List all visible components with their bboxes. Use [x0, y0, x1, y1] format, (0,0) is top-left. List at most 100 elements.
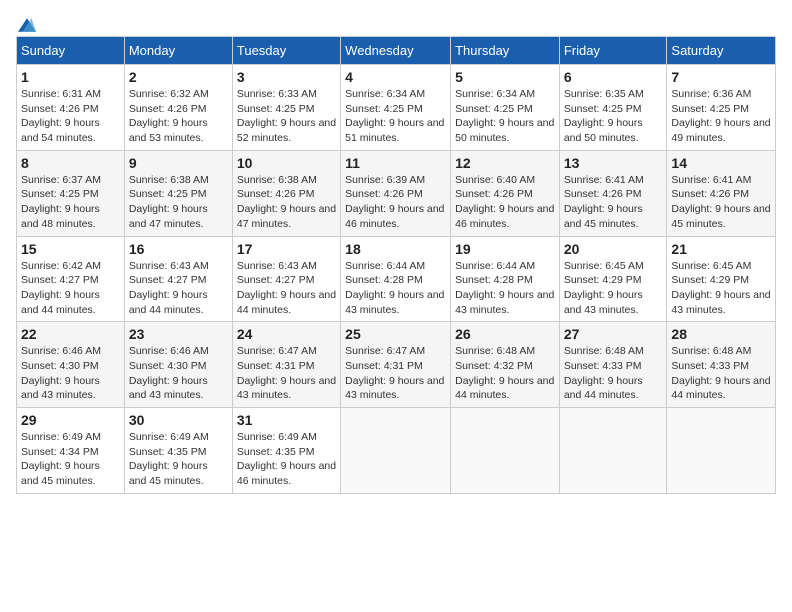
day-info: Sunrise: 6:41 AMSunset: 4:26 PMDaylight:…: [671, 173, 771, 232]
day-number: 31: [237, 412, 336, 428]
day-info: Sunrise: 6:45 AMSunset: 4:29 PMDaylight:…: [564, 259, 663, 318]
calendar-cell: 18 Sunrise: 6:44 AMSunset: 4:28 PMDayligh…: [341, 236, 451, 322]
calendar-cell: [341, 408, 451, 494]
day-number: 23: [129, 326, 228, 342]
day-number: 19: [455, 241, 555, 257]
calendar-cell: 24Sunrise: 6:47 AMSunset: 4:31 PMDayligh…: [232, 322, 340, 408]
day-number: 25: [345, 326, 446, 342]
calendar-cell: 14 Sunrise: 6:41 AMSunset: 4:26 PMDayligh…: [667, 150, 776, 236]
calendar-cell: 5 Sunrise: 6:34 AMSunset: 4:25 PMDaylight…: [451, 65, 560, 151]
logo: [16, 16, 36, 28]
calendar-cell: 3 Sunrise: 6:33 AMSunset: 4:25 PMDaylight…: [232, 65, 340, 151]
day-info: Sunrise: 6:36 AMSunset: 4:25 PMDaylight:…: [671, 87, 771, 146]
calendar-week-row: 1 Sunrise: 6:31 AMSunset: 4:26 PMDaylight…: [17, 65, 776, 151]
day-number: 13: [564, 155, 663, 171]
day-number: 3: [237, 69, 336, 85]
day-info: Sunrise: 6:34 AMSunset: 4:25 PMDaylight:…: [345, 87, 446, 146]
calendar-cell: 10Sunrise: 6:38 AMSunset: 4:26 PMDayligh…: [232, 150, 340, 236]
calendar-cell: 20 Sunrise: 6:45 AMSunset: 4:29 PMDayligh…: [559, 236, 667, 322]
calendar-cell: 8 Sunrise: 6:37 AMSunset: 4:25 PMDaylight…: [17, 150, 125, 236]
day-number: 1: [21, 69, 120, 85]
calendar-cell: 26Sunrise: 6:48 AMSunset: 4:32 PMDayligh…: [451, 322, 560, 408]
calendar-cell: 4 Sunrise: 6:34 AMSunset: 4:25 PMDaylight…: [341, 65, 451, 151]
day-info: Sunrise: 6:44 AMSunset: 4:28 PMDaylight:…: [455, 259, 555, 318]
day-number: 5: [455, 69, 555, 85]
day-info: Sunrise: 6:39 AMSunset: 4:26 PMDaylight:…: [345, 173, 446, 232]
day-number: 17: [237, 241, 336, 257]
day-info: Sunrise: 6:37 AMSunset: 4:25 PMDaylight:…: [21, 173, 120, 232]
day-of-week-header: Tuesday: [232, 37, 340, 65]
day-of-week-header: Monday: [124, 37, 232, 65]
day-of-week-header: Saturday: [667, 37, 776, 65]
day-number: 15: [21, 241, 120, 257]
calendar-cell: 19 Sunrise: 6:44 AMSunset: 4:28 PMDayligh…: [451, 236, 560, 322]
calendar-cell: 6 Sunrise: 6:35 AMSunset: 4:25 PMDaylight…: [559, 65, 667, 151]
day-info: Sunrise: 6:34 AMSunset: 4:25 PMDaylight:…: [455, 87, 555, 146]
day-number: 8: [21, 155, 120, 171]
day-number: 14: [671, 155, 771, 171]
day-number: 9: [129, 155, 228, 171]
calendar-cell: 13Sunrise: 6:41 AMSunset: 4:26 PMDayligh…: [559, 150, 667, 236]
day-info: Sunrise: 6:48 AMSunset: 4:33 PMDaylight:…: [564, 344, 663, 403]
calendar-cell: 29 Sunrise: 6:49 AMSunset: 4:34 PMDayligh…: [17, 408, 125, 494]
day-number: 26: [455, 326, 555, 342]
calendar-table: SundayMondayTuesdayWednesdayThursdayFrid…: [16, 36, 776, 494]
day-number: 29: [21, 412, 120, 428]
day-info: Sunrise: 6:43 AMSunset: 4:27 PMDaylight:…: [237, 259, 336, 318]
calendar-cell: 1 Sunrise: 6:31 AMSunset: 4:26 PMDaylight…: [17, 65, 125, 151]
day-info: Sunrise: 6:38 AMSunset: 4:26 PMDaylight:…: [237, 173, 336, 232]
calendar-cell: 23 Sunrise: 6:46 AMSunset: 4:30 PMDayligh…: [124, 322, 232, 408]
day-of-week-header: Sunday: [17, 37, 125, 65]
logo-icon: [18, 16, 36, 34]
day-info: Sunrise: 6:49 AMSunset: 4:35 PMDaylight:…: [129, 430, 228, 489]
day-info: Sunrise: 6:32 AMSunset: 4:26 PMDaylight:…: [129, 87, 228, 146]
calendar-cell: 30 Sunrise: 6:49 AMSunset: 4:35 PMDayligh…: [124, 408, 232, 494]
day-number: 21: [671, 241, 771, 257]
day-info: Sunrise: 6:40 AMSunset: 4:26 PMDaylight:…: [455, 173, 555, 232]
day-number: 16: [129, 241, 228, 257]
day-of-week-header: Wednesday: [341, 37, 451, 65]
day-number: 28: [671, 326, 771, 342]
day-info: Sunrise: 6:31 AMSunset: 4:26 PMDaylight:…: [21, 87, 120, 146]
day-info: Sunrise: 6:44 AMSunset: 4:28 PMDaylight:…: [345, 259, 446, 318]
day-info: Sunrise: 6:49 AMSunset: 4:35 PMDaylight:…: [237, 430, 336, 489]
calendar-cell: 16 Sunrise: 6:43 AMSunset: 4:27 PMDayligh…: [124, 236, 232, 322]
calendar-cell: 12Sunrise: 6:40 AMSunset: 4:26 PMDayligh…: [451, 150, 560, 236]
calendar-cell: [559, 408, 667, 494]
day-info: Sunrise: 6:46 AMSunset: 4:30 PMDaylight:…: [21, 344, 120, 403]
day-info: Sunrise: 6:48 AMSunset: 4:33 PMDaylight:…: [671, 344, 771, 403]
day-info: Sunrise: 6:33 AMSunset: 4:25 PMDaylight:…: [237, 87, 336, 146]
day-info: Sunrise: 6:47 AMSunset: 4:31 PMDaylight:…: [345, 344, 446, 403]
day-info: Sunrise: 6:45 AMSunset: 4:29 PMDaylight:…: [671, 259, 771, 318]
calendar-cell: 25 Sunrise: 6:47 AMSunset: 4:31 PMDayligh…: [341, 322, 451, 408]
calendar-cell: 2 Sunrise: 6:32 AMSunset: 4:26 PMDaylight…: [124, 65, 232, 151]
calendar-cell: 7 Sunrise: 6:36 AMSunset: 4:25 PMDaylight…: [667, 65, 776, 151]
day-info: Sunrise: 6:46 AMSunset: 4:30 PMDaylight:…: [129, 344, 228, 403]
day-info: Sunrise: 6:43 AMSunset: 4:27 PMDaylight:…: [129, 259, 228, 318]
day-number: 11: [345, 155, 446, 171]
calendar-cell: [451, 408, 560, 494]
day-number: 4: [345, 69, 446, 85]
day-info: Sunrise: 6:35 AMSunset: 4:25 PMDaylight:…: [564, 87, 663, 146]
day-number: 7: [671, 69, 771, 85]
day-number: 6: [564, 69, 663, 85]
calendar-week-row: 15 Sunrise: 6:42 AMSunset: 4:27 PMDayligh…: [17, 236, 776, 322]
day-number: 20: [564, 241, 663, 257]
day-number: 18: [345, 241, 446, 257]
day-number: 30: [129, 412, 228, 428]
calendar-week-row: 29 Sunrise: 6:49 AMSunset: 4:34 PMDayligh…: [17, 408, 776, 494]
calendar-cell: 9Sunrise: 6:38 AMSunset: 4:25 PMDaylight…: [124, 150, 232, 236]
day-info: Sunrise: 6:49 AMSunset: 4:34 PMDaylight:…: [21, 430, 120, 489]
page-header: [16, 16, 776, 28]
day-number: 24: [237, 326, 336, 342]
calendar-header-row: SundayMondayTuesdayWednesdayThursdayFrid…: [17, 37, 776, 65]
calendar-cell: 28 Sunrise: 6:48 AMSunset: 4:33 PMDayligh…: [667, 322, 776, 408]
calendar-cell: 22 Sunrise: 6:46 AMSunset: 4:30 PMDayligh…: [17, 322, 125, 408]
calendar-week-row: 8 Sunrise: 6:37 AMSunset: 4:25 PMDaylight…: [17, 150, 776, 236]
day-info: Sunrise: 6:42 AMSunset: 4:27 PMDaylight:…: [21, 259, 120, 318]
calendar-cell: [667, 408, 776, 494]
day-number: 22: [21, 326, 120, 342]
calendar-cell: 27 Sunrise: 6:48 AMSunset: 4:33 PMDayligh…: [559, 322, 667, 408]
day-number: 27: [564, 326, 663, 342]
day-number: 2: [129, 69, 228, 85]
